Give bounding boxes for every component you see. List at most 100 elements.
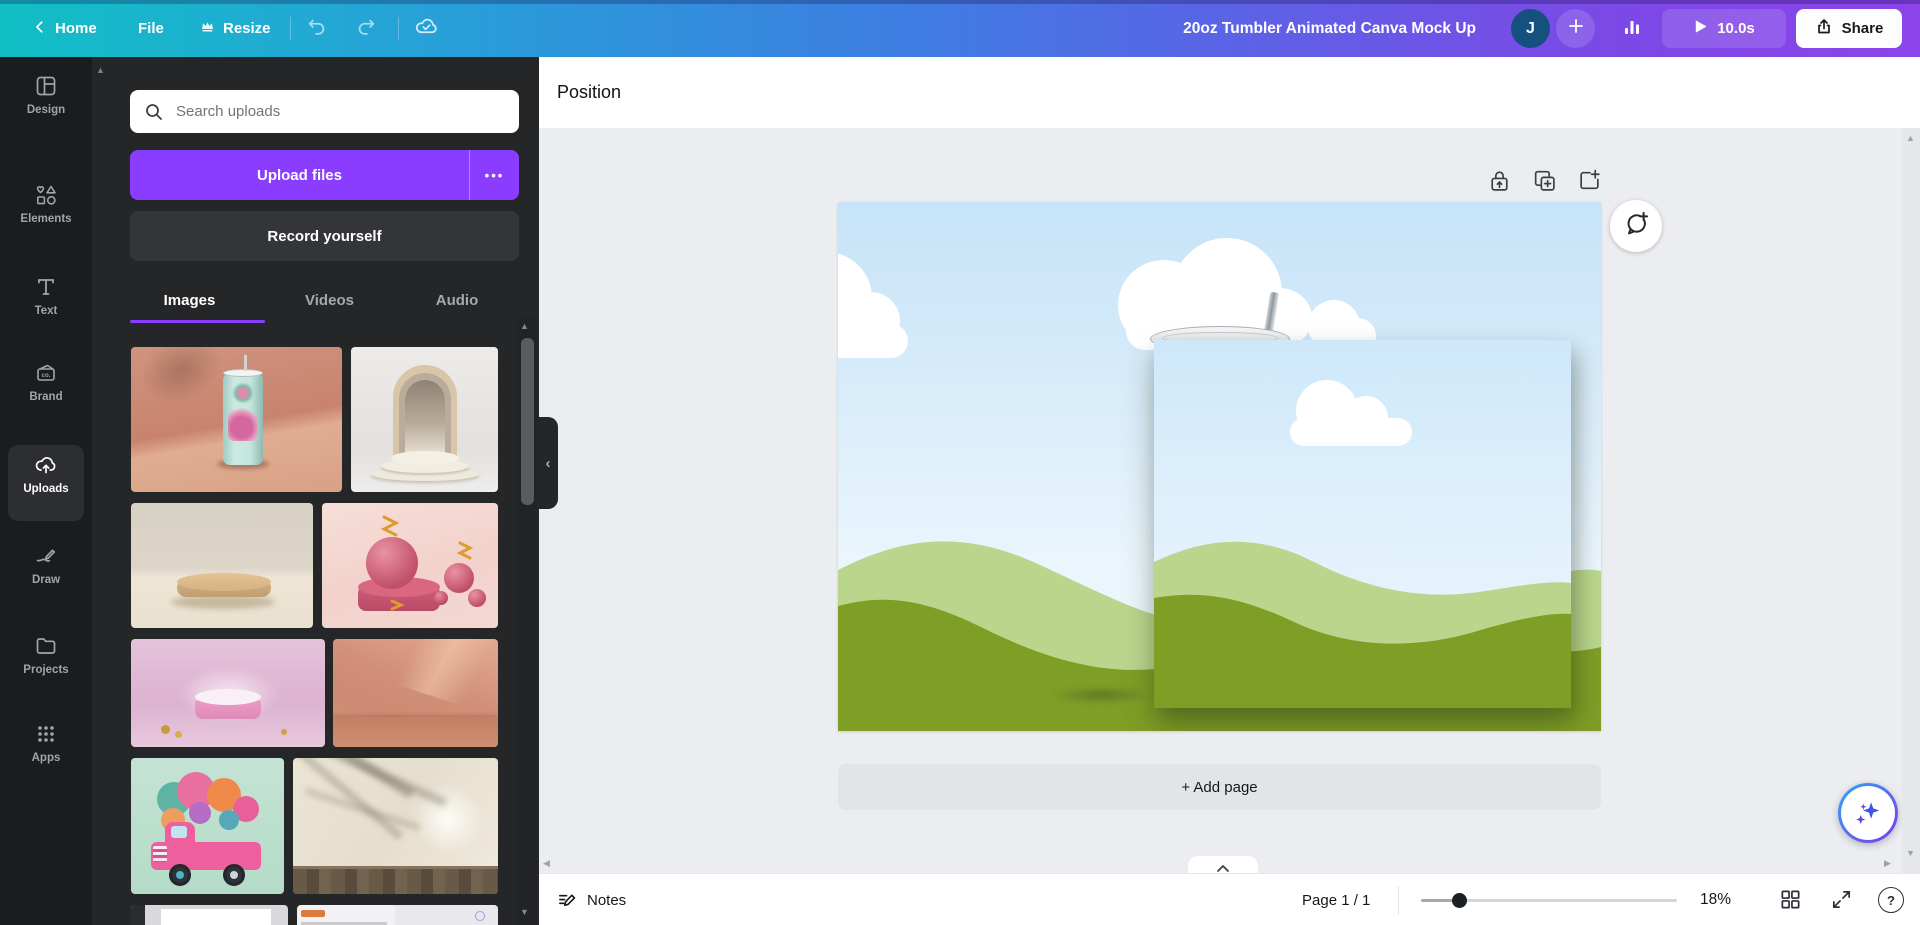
vscroll-down-arrow[interactable]: ▼ — [1906, 848, 1915, 858]
help-button[interactable]: ? — [1878, 887, 1904, 913]
chevron-left-icon — [33, 20, 47, 38]
thumbnail-terracotta-wall-backdrop[interactable] — [333, 639, 498, 747]
play-icon — [1693, 19, 1708, 38]
file-label: File — [138, 20, 164, 37]
toolbar-divider — [398, 17, 399, 40]
thumbnail-palm-shadow-wall[interactable] — [293, 758, 498, 894]
design-icon — [34, 74, 58, 98]
panel-scroll-up-arrow[interactable]: ▲ — [96, 65, 105, 75]
tab-videos[interactable]: Videos — [292, 288, 367, 312]
sidebar-item-brand[interactable]: co. Brand — [0, 361, 92, 433]
share-button[interactable]: Share — [1796, 9, 1902, 48]
upload-files-button[interactable]: Upload files — [130, 150, 469, 200]
crown-icon — [200, 19, 215, 38]
sidebar-item-draw[interactable]: Draw — [0, 544, 92, 616]
sidebar-item-uploads[interactable]: Uploads — [0, 453, 92, 525]
page-indicator: Page 1 / 1 — [1302, 891, 1371, 909]
hscroll-left-arrow[interactable]: ◀ — [543, 858, 550, 869]
thumbnail-tumbler-mockup-terracotta[interactable] — [131, 347, 342, 492]
uploads-panel: ▲ Upload files ••• Record yourself Image… — [92, 57, 539, 925]
design-page[interactable] — [838, 202, 1601, 731]
thumbnail-pink-podium-gold-accents[interactable] — [131, 639, 325, 747]
ai-assistant-button[interactable] — [1838, 783, 1898, 843]
fullscreen-button[interactable] — [1830, 888, 1853, 916]
panel-scrollbar-down[interactable]: ▼ — [520, 907, 529, 917]
thumbnail-arch-podium-cream[interactable] — [351, 347, 498, 492]
folder-icon — [34, 634, 58, 658]
canva-editor: Home File Resize 20oz Tumbler Animated C… — [0, 0, 1920, 925]
record-yourself-button[interactable]: Record yourself — [130, 211, 519, 261]
zoom-slider-knob[interactable] — [1452, 893, 1467, 908]
notes-icon — [557, 890, 578, 911]
statusbar-divider — [1398, 886, 1399, 915]
lock-button[interactable] — [1487, 168, 1512, 198]
brand-icon: co. — [34, 361, 58, 385]
home-label: Home — [55, 20, 97, 37]
play-button[interactable]: 10.0s — [1662, 9, 1786, 48]
file-button[interactable]: File — [138, 0, 164, 57]
resize-label: Resize — [223, 20, 271, 37]
resize-button[interactable]: Resize — [200, 0, 271, 57]
nav-rail: Design Elements Text co. Brand Uploads D… — [0, 57, 92, 925]
redo-button[interactable] — [355, 0, 377, 57]
vscroll-up-arrow[interactable]: ▲ — [1906, 133, 1915, 143]
search-uploads-box[interactable] — [130, 90, 519, 133]
comment-button[interactable] — [1610, 200, 1662, 252]
undo-button[interactable] — [306, 0, 328, 57]
panel-scrollbar-thumb[interactable] — [521, 338, 534, 505]
vscroll-track[interactable] — [1902, 128, 1920, 873]
sidebar-item-projects[interactable]: Projects — [0, 634, 92, 706]
undo-icon — [306, 16, 328, 42]
collapse-chevron-icon: ‹ — [545, 454, 551, 472]
share-icon — [1815, 18, 1833, 40]
svg-text:co.: co. — [42, 372, 51, 379]
hscroll-right-arrow[interactable]: ▶ — [1884, 858, 1891, 869]
top-bar: Home File Resize 20oz Tumbler Animated C… — [0, 0, 1920, 57]
insights-button[interactable] — [1612, 9, 1652, 48]
search-input[interactable] — [174, 102, 519, 121]
bar-chart-icon — [1621, 16, 1643, 42]
overlay-scene-image[interactable] — [1154, 340, 1571, 708]
avatar[interactable]: J — [1511, 9, 1550, 48]
grid-view-button[interactable] — [1779, 888, 1802, 916]
duplicate-page-button[interactable] — [1532, 168, 1557, 198]
sidebar-item-apps[interactable]: Apps — [0, 722, 92, 794]
redo-icon — [355, 16, 377, 42]
tab-audio[interactable]: Audio — [422, 288, 492, 312]
thumbnail-pink-spheres-podium[interactable] — [322, 503, 498, 628]
sidebar-item-text[interactable]: Text — [0, 275, 92, 347]
draw-pen-icon — [34, 544, 58, 568]
thumbnail-pink-flower-truck[interactable] — [131, 758, 284, 894]
elements-icon — [34, 183, 58, 207]
design-title[interactable]: 20oz Tumbler Animated Canva Mock Up — [1136, 0, 1476, 57]
page-actions — [1487, 168, 1602, 198]
notes-button[interactable]: Notes — [557, 874, 626, 925]
upload-more-options-button[interactable]: ••• — [469, 150, 519, 200]
add-page-button[interactable]: + Add page — [838, 764, 1601, 810]
thumbnail-document-preview-left[interactable] — [131, 905, 288, 925]
hills-overlay — [1154, 541, 1571, 708]
cloud-save-status — [414, 0, 439, 57]
timeline-expand-handle[interactable] — [1188, 856, 1258, 874]
add-member-button[interactable] — [1556, 9, 1595, 48]
sidebar-item-design[interactable]: Design — [0, 74, 92, 146]
home-button[interactable]: Home — [33, 0, 97, 57]
text-icon — [34, 275, 58, 299]
thumbnail-document-preview-right[interactable] — [297, 905, 498, 925]
sidebar-item-elements[interactable]: Elements — [0, 183, 92, 255]
uploads-cloud-icon — [34, 453, 58, 477]
status-bar: Notes Page 1 / 1 18% ? — [539, 873, 1920, 925]
add-page-icon-button[interactable] — [1577, 168, 1602, 198]
active-tab-underline — [130, 320, 265, 323]
ellipsis-icon: ••• — [484, 167, 505, 183]
plus-icon — [1567, 17, 1585, 40]
tab-images[interactable]: Images — [152, 288, 227, 312]
panel-scrollbar-up[interactable]: ▲ — [520, 321, 529, 331]
thumbnail-wooden-podium-beige[interactable] — [131, 503, 313, 628]
toolbar-divider — [290, 17, 291, 40]
upload-files-split-button: Upload files ••• — [130, 150, 519, 200]
panel-collapse-handle[interactable]: ‹ — [538, 417, 558, 509]
context-toolbar: Position — [539, 57, 1920, 128]
apps-grid-icon — [34, 722, 58, 746]
position-button[interactable]: Position — [557, 57, 621, 128]
